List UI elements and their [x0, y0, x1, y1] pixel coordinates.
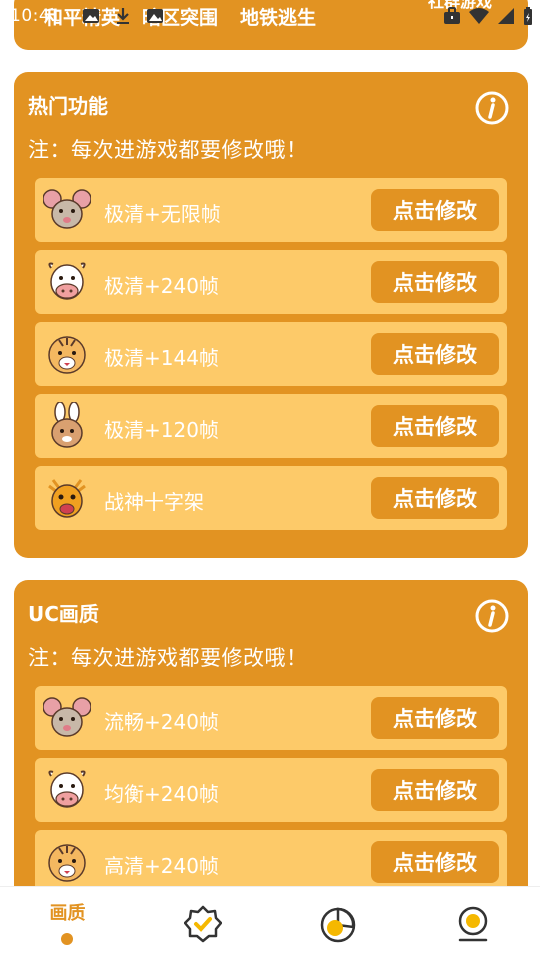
status-time: 10:41 — [10, 6, 62, 26]
image-icon — [83, 9, 99, 23]
tiger-avatar-icon — [48, 844, 86, 882]
section-uc-quality: UC画质 注：每次进游戏都要修改哦！ 流畅+240帧 点击修改 均衡+240帧 … — [14, 580, 528, 920]
modify-button[interactable]: 点击修改 — [371, 189, 499, 231]
feature-label: 极清+144帧 — [104, 346, 219, 370]
feature-label: 极清+120帧 — [104, 418, 219, 442]
nav-tab-stats[interactable] — [270, 887, 405, 960]
feature-label: 战神十字架 — [104, 490, 204, 514]
battery-icon — [524, 7, 532, 25]
bottom-nav: 画质 — [0, 886, 540, 960]
modify-button[interactable]: 点击修改 — [371, 405, 499, 447]
pie-chart-icon — [320, 907, 356, 943]
modify-button[interactable]: 点击修改 — [371, 769, 499, 811]
wifi-icon — [469, 8, 489, 24]
section-hot-features: 热门功能 注：每次进游戏都要修改哦！ 极清+无限帧 点击修改 极清+240帧 点… — [14, 72, 528, 558]
feature-label: 极清+无限帧 — [104, 202, 221, 226]
list-item: 极清+120帧 点击修改 — [35, 394, 507, 458]
list-item: 高清+240帧 点击修改 — [35, 830, 507, 894]
list-item: 极清+无限帧 点击修改 — [35, 178, 507, 242]
status-bar: 10:41 社群游戏 — [0, 0, 540, 34]
mouse-avatar-icon — [43, 697, 91, 737]
feature-list: 流畅+240帧 点击修改 均衡+240帧 点击修改 高清+240帧 点击修改 — [35, 686, 507, 902]
active-indicator — [61, 933, 73, 945]
cow-avatar-icon — [48, 262, 86, 300]
list-item: 均衡+240帧 点击修改 — [35, 758, 507, 822]
info-icon[interactable] — [474, 598, 510, 634]
modify-button[interactable]: 点击修改 — [371, 841, 499, 883]
feature-label: 高清+240帧 — [104, 854, 219, 878]
nav-tab-quality[interactable]: 画质 — [0, 887, 135, 960]
section-note: 注：每次进游戏都要修改哦！ — [28, 646, 308, 670]
feature-list: 极清+无限帧 点击修改 极清+240帧 点击修改 极清+144帧 点击修改 极清… — [35, 178, 507, 538]
status-icons — [442, 6, 534, 26]
modify-button[interactable]: 点击修改 — [371, 477, 499, 519]
section-title: UC画质 — [28, 602, 99, 626]
mouse-avatar-icon — [43, 189, 91, 229]
badge-check-icon — [184, 905, 222, 943]
feature-label: 均衡+240帧 — [104, 782, 219, 806]
image-icon — [147, 9, 163, 23]
list-item: 战神十字架 点击修改 — [35, 466, 507, 530]
list-item: 极清+144帧 点击修改 — [35, 322, 507, 386]
modify-button[interactable]: 点击修改 — [371, 697, 499, 739]
rabbit-avatar-icon — [51, 402, 83, 448]
nav-tab-label: 画质 — [49, 903, 86, 924]
nav-tab-profile[interactable] — [405, 887, 540, 960]
signal-icon — [498, 8, 514, 24]
section-note: 注：每次进游戏都要修改哦！ — [28, 138, 308, 162]
briefcase-icon — [444, 7, 460, 24]
section-title: 热门功能 — [28, 94, 108, 118]
download-icon — [117, 8, 129, 24]
modify-button[interactable]: 点击修改 — [371, 333, 499, 375]
app-page: 和平精英 暗区突围 地铁逃生 10:41 社群游戏 热门功能 注：每次进游戏都要… — [0, 0, 540, 960]
feature-label: 极清+240帧 — [104, 274, 219, 298]
profile-icon — [458, 906, 488, 942]
modify-button[interactable]: 点击修改 — [371, 261, 499, 303]
tiger-avatar-icon — [48, 336, 86, 374]
nav-tab-verified[interactable] — [135, 887, 270, 960]
cow-avatar-icon — [48, 770, 86, 808]
list-item: 极清+240帧 点击修改 — [35, 250, 507, 314]
feature-label: 流畅+240帧 — [104, 710, 219, 734]
dragon-avatar-icon — [48, 479, 86, 518]
info-icon[interactable] — [474, 90, 510, 126]
list-item: 流畅+240帧 点击修改 — [35, 686, 507, 750]
